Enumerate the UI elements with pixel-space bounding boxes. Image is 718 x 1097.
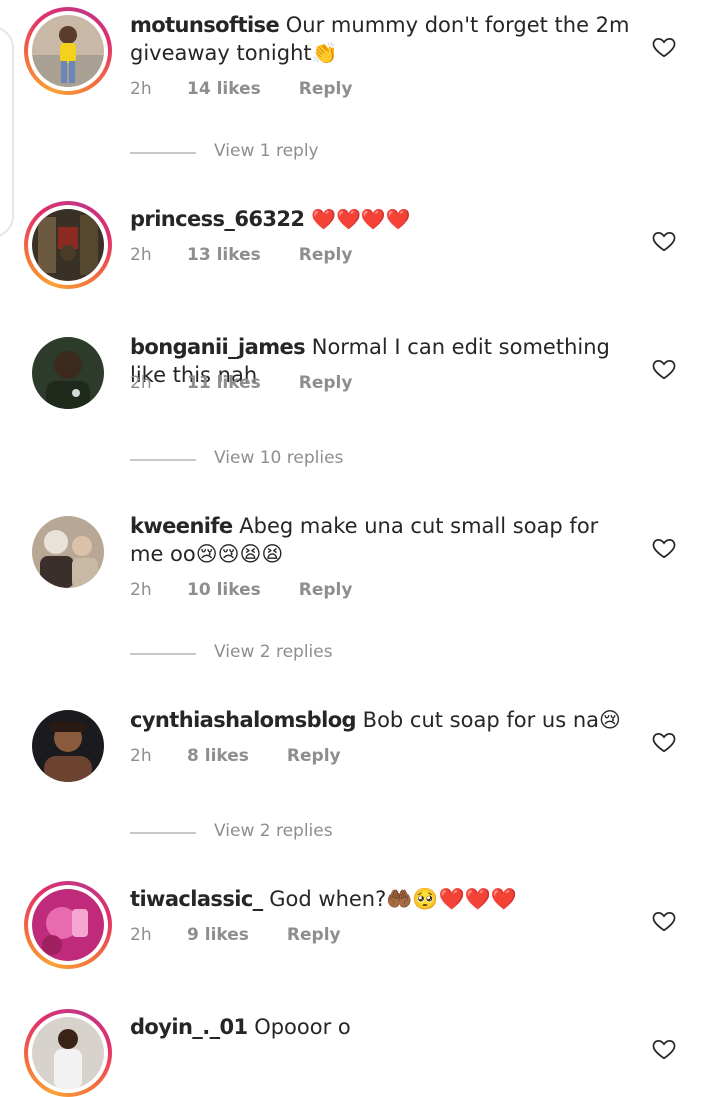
reply-button[interactable]: Reply [287,746,341,766]
avatar-story-ring[interactable] [24,881,112,969]
comment-username[interactable]: doyin_._01 [130,1015,248,1039]
avatar-wrapper[interactable] [24,508,112,596]
comment-meta: 2h 14 likes Reply [130,79,352,99]
reply-button[interactable]: Reply [299,79,353,99]
comment-time: 2h [130,79,152,99]
comment-meta: 2h 11 likes Reply [130,373,352,393]
comment-time: 2h [130,746,152,766]
avatar[interactable] [32,1017,104,1089]
comment-time: 2h [130,373,152,393]
view-replies-line [130,653,196,655]
comment-time: 2h [130,925,152,945]
comment-text: Opooor o [254,1015,351,1039]
view-replies-label[interactable]: View 1 reply [214,141,319,161]
comment-username[interactable]: princess_66322 [130,207,305,231]
heart-outline-icon[interactable] [651,34,677,60]
avatar[interactable] [32,15,104,87]
heart-outline-icon[interactable] [651,356,677,382]
comment-text: God when?🤲🏾🥺❤️❤️❤️ [269,887,517,911]
view-replies-label[interactable]: View 2 replies [214,821,333,841]
avatar[interactable] [32,337,104,409]
comment-time: 2h [130,245,152,265]
avatar-wrapper[interactable] [24,702,112,790]
avatar-story-ring[interactable] [24,1009,112,1097]
comment-meta: 2h 13 likes Reply [130,245,352,265]
avatar[interactable] [32,516,104,588]
view-replies-label[interactable]: View 10 replies [214,448,343,468]
avatar[interactable] [32,889,104,961]
avatar-story-ring[interactable] [24,7,112,95]
comment-username[interactable]: bonganii_james [130,335,306,359]
comment-likes[interactable]: 13 likes [187,245,261,265]
reply-button[interactable]: Reply [299,373,353,393]
avatar[interactable] [32,209,104,281]
view-replies-label[interactable]: View 2 replies [214,642,333,662]
comment-likes[interactable]: 10 likes [187,580,261,600]
comment-likes[interactable]: 8 likes [187,746,249,766]
comment-username[interactable]: kweenife [130,514,233,538]
comment-likes[interactable]: 11 likes [187,373,261,393]
heart-outline-icon[interactable] [651,1036,677,1062]
view-replies-button[interactable]: View 2 replies [130,642,430,666]
heart-outline-icon[interactable] [651,535,677,561]
reply-button[interactable]: Reply [299,245,353,265]
comment-username[interactable]: tiwaclassic_ [130,887,263,911]
heart-outline-icon[interactable] [651,908,677,934]
comment-username[interactable]: motunsoftise [130,13,280,37]
comment-text: Bob cut soap for us na😢 [362,708,621,732]
comment-meta: 2h 9 likes Reply [130,925,341,945]
avatar-story-ring[interactable] [24,201,112,289]
view-replies-line [130,832,196,834]
view-replies-line [130,459,196,461]
heart-outline-icon[interactable] [651,729,677,755]
heart-outline-icon[interactable] [651,228,677,254]
comment-likes[interactable]: 14 likes [187,79,261,99]
comment-meta: 2h 8 likes Reply [130,746,341,766]
comment-likes[interactable]: 9 likes [187,925,249,945]
side-panel-edge [0,26,14,238]
reply-button[interactable]: Reply [299,580,353,600]
comment-username[interactable]: cynthiashalomsblog [130,708,357,732]
view-replies-button[interactable]: View 1 reply [130,141,430,165]
comment-meta: 2h 10 likes Reply [130,580,352,600]
avatar-wrapper[interactable] [24,329,112,417]
view-replies-line [130,152,196,154]
comment-text: ❤️❤️❤️❤️ [311,207,411,231]
comment-time: 2h [130,580,152,600]
view-replies-button[interactable]: View 10 replies [130,448,430,472]
reply-button[interactable]: Reply [287,925,341,945]
view-replies-button[interactable]: View 2 replies [130,821,430,845]
avatar[interactable] [32,710,104,782]
